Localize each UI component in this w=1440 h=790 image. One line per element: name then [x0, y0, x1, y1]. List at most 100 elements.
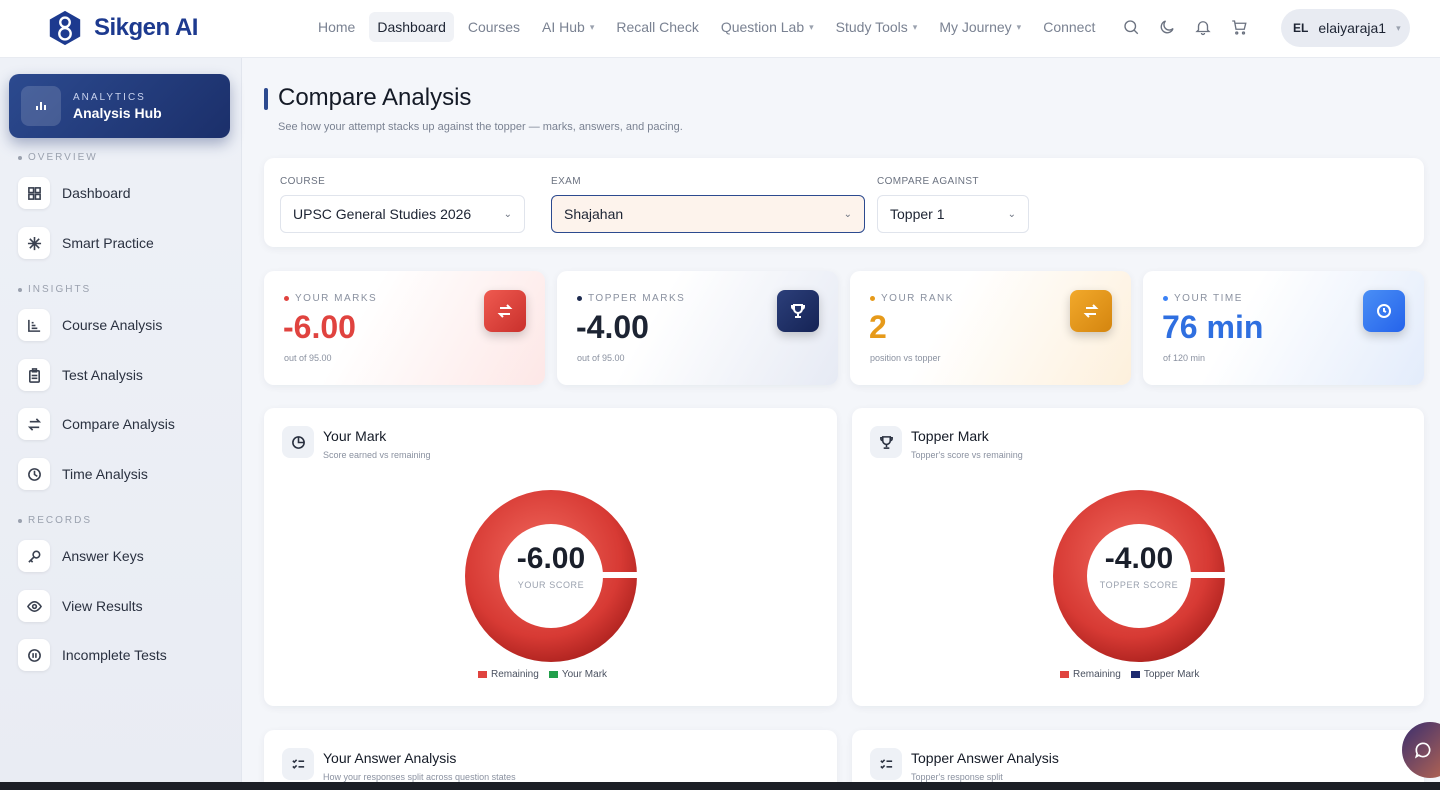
nav-label: Recall Check: [616, 19, 699, 35]
bar-chart-icon: [18, 309, 50, 341]
nav-recall-check[interactable]: Recall Check: [608, 12, 706, 42]
clock-icon: [1363, 290, 1405, 332]
legend-item-topper-mark[interactable]: Topper Mark: [1130, 669, 1199, 680]
exam-select-value: Shajahan: [564, 206, 624, 222]
chevron-down-icon: ▾: [1396, 22, 1401, 33]
user-menu[interactable]: EL elaiyaraja1 ▾: [1281, 9, 1410, 47]
chat-icon: [1414, 742, 1431, 759]
swap-icon: [484, 290, 526, 332]
legend-item-remaining[interactable]: Remaining: [478, 669, 539, 680]
status-dot: [577, 296, 582, 301]
sidebar-item-view-results[interactable]: View Results: [18, 588, 228, 624]
stat-topper-marks: TOPPER MARKS -4.00 out of 95.00: [557, 271, 838, 385]
nav-label: Home: [318, 19, 356, 35]
nav-home[interactable]: Home: [310, 12, 363, 42]
pause-icon: [18, 639, 50, 671]
card-subtitle: Score earned vs remaining: [323, 450, 431, 460]
compare-select[interactable]: Topper 1 ⌄: [877, 195, 1029, 233]
stat-note: of 120 min: [1163, 353, 1206, 363]
exam-select[interactable]: Shajahan ⌄: [551, 195, 865, 233]
chevron-down-icon: ▾: [912, 21, 918, 32]
legend-label: Your Mark: [561, 669, 608, 680]
topper-mark-donut: -4.00 TOPPER SCORE: [1051, 488, 1227, 664]
stat-value: -4.00: [576, 309, 649, 345]
nav-connect[interactable]: Connect: [1035, 12, 1103, 42]
nav-my-journey[interactable]: My Journey ▾: [931, 12, 1029, 42]
nav-dashboard[interactable]: Dashboard: [369, 12, 454, 42]
cart-icon[interactable]: [1228, 16, 1250, 38]
sidebar-item-label: Answer Keys: [62, 548, 144, 564]
chevron-down-icon: ▾: [1016, 21, 1022, 32]
bullet-dot: [18, 287, 22, 292]
status-dot: [284, 296, 289, 301]
sidebar-item-test-analysis[interactable]: Test Analysis: [18, 357, 228, 393]
nav-label: My Journey: [939, 19, 1012, 35]
nav-label: Study Tools: [835, 19, 908, 35]
exam-label: EXAM: [551, 176, 581, 187]
chevron-down-icon: ⌄: [843, 208, 852, 220]
status-dot: [1163, 296, 1168, 301]
stat-your-time: YOUR TIME 76 min of 120 min: [1143, 271, 1424, 385]
sidebar-item-compare-analysis[interactable]: Compare Analysis: [18, 406, 228, 442]
donut-chart: [465, 490, 639, 662]
compare-select-value: Topper 1: [890, 206, 945, 222]
sidebar-item-label: Compare Analysis: [62, 416, 175, 432]
legend-item-remaining[interactable]: Remaining: [1060, 669, 1121, 680]
chevron-down-icon: ⌄: [503, 208, 512, 220]
donut-chart: [1053, 490, 1227, 662]
sidebar-item-label: View Results: [62, 598, 143, 614]
sidebar-item-incomplete-tests[interactable]: Incomplete Tests: [18, 637, 228, 673]
stat-note: out of 95.00: [577, 353, 625, 363]
hub-kicker: ANALYTICS: [73, 91, 146, 103]
course-select-value: UPSC General Studies 2026: [293, 206, 472, 222]
trophy-icon: [870, 426, 902, 458]
nav-question-lab[interactable]: Question Lab ▾: [713, 12, 822, 42]
search-icon[interactable]: [1120, 16, 1142, 38]
stat-label-text: YOUR TIME: [1174, 293, 1243, 304]
card-title: Topper Mark: [911, 428, 989, 444]
sidebar-item-dashboard[interactable]: Dashboard: [18, 175, 228, 211]
nav-courses[interactable]: Courses: [460, 12, 528, 42]
sidebar-item-label: Smart Practice: [62, 235, 154, 251]
bullet-dot: [18, 155, 22, 160]
nav-ai-hub[interactable]: AI Hub ▾: [534, 12, 602, 42]
brand[interactable]: Sikgen AI: [46, 9, 198, 47]
course-select[interactable]: UPSC General Studies 2026 ⌄: [280, 195, 525, 233]
sidebar: ANALYTICS Analysis Hub OVERVIEW Dashboar…: [0, 58, 242, 790]
sidebar-item-label: Dashboard: [62, 185, 131, 201]
stat-label: TOPPER MARKS: [577, 293, 685, 304]
sidebar-item-answer-keys[interactable]: Answer Keys: [18, 538, 228, 574]
stat-your-marks: YOUR MARKS -6.00 out of 95.00: [264, 271, 545, 385]
bell-icon[interactable]: [1192, 16, 1214, 38]
user-name: elaiyaraja1: [1318, 20, 1387, 36]
sidebar-item-label: Time Analysis: [62, 466, 148, 482]
moon-icon[interactable]: [1156, 16, 1178, 38]
stat-label: YOUR TIME: [1163, 293, 1243, 304]
nav-study-tools[interactable]: Study Tools ▾: [828, 12, 926, 42]
course-label: COURSE: [280, 176, 326, 187]
donut-value: -6.00: [516, 542, 586, 575]
sidebar-item-smart-practice[interactable]: Smart Practice: [18, 225, 228, 261]
nav-label: Dashboard: [377, 19, 446, 35]
legend-swatch: [548, 670, 558, 678]
your-mark-card: Your Mark Score earned vs remaining -6.0…: [264, 408, 837, 706]
title-accent-bar: [264, 88, 268, 110]
stat-label-text: YOUR RANK: [881, 293, 954, 304]
stat-label: YOUR MARKS: [284, 293, 377, 304]
sidebar-item-course-analysis[interactable]: Course Analysis: [18, 307, 228, 343]
section-label-text: OVERVIEW: [28, 152, 98, 163]
section-label-insights: INSIGHTS: [18, 284, 91, 295]
filter-card: COURSE UPSC General Studies 2026 ⌄ EXAM S…: [264, 158, 1424, 247]
chart-legend: Remaining Topper Mark: [1060, 669, 1199, 680]
card-title: Your Answer Analysis: [323, 750, 457, 766]
nav-label: Courses: [467, 19, 520, 35]
topper-mark-card: Topper Mark Topper's score vs remaining …: [852, 408, 1424, 706]
swap-icon: [18, 408, 50, 440]
legend-item-your-mark[interactable]: Your Mark: [548, 669, 608, 680]
donut-value: -4.00: [1104, 542, 1174, 575]
analysis-hub-card[interactable]: ANALYTICS Analysis Hub: [9, 74, 230, 138]
card-subtitle: How your responses split across question…: [323, 772, 516, 782]
section-label-overview: OVERVIEW: [18, 152, 98, 163]
page-subtitle: See how your attempt stacks up against t…: [278, 121, 683, 133]
sidebar-item-time-analysis[interactable]: Time Analysis: [18, 456, 228, 492]
